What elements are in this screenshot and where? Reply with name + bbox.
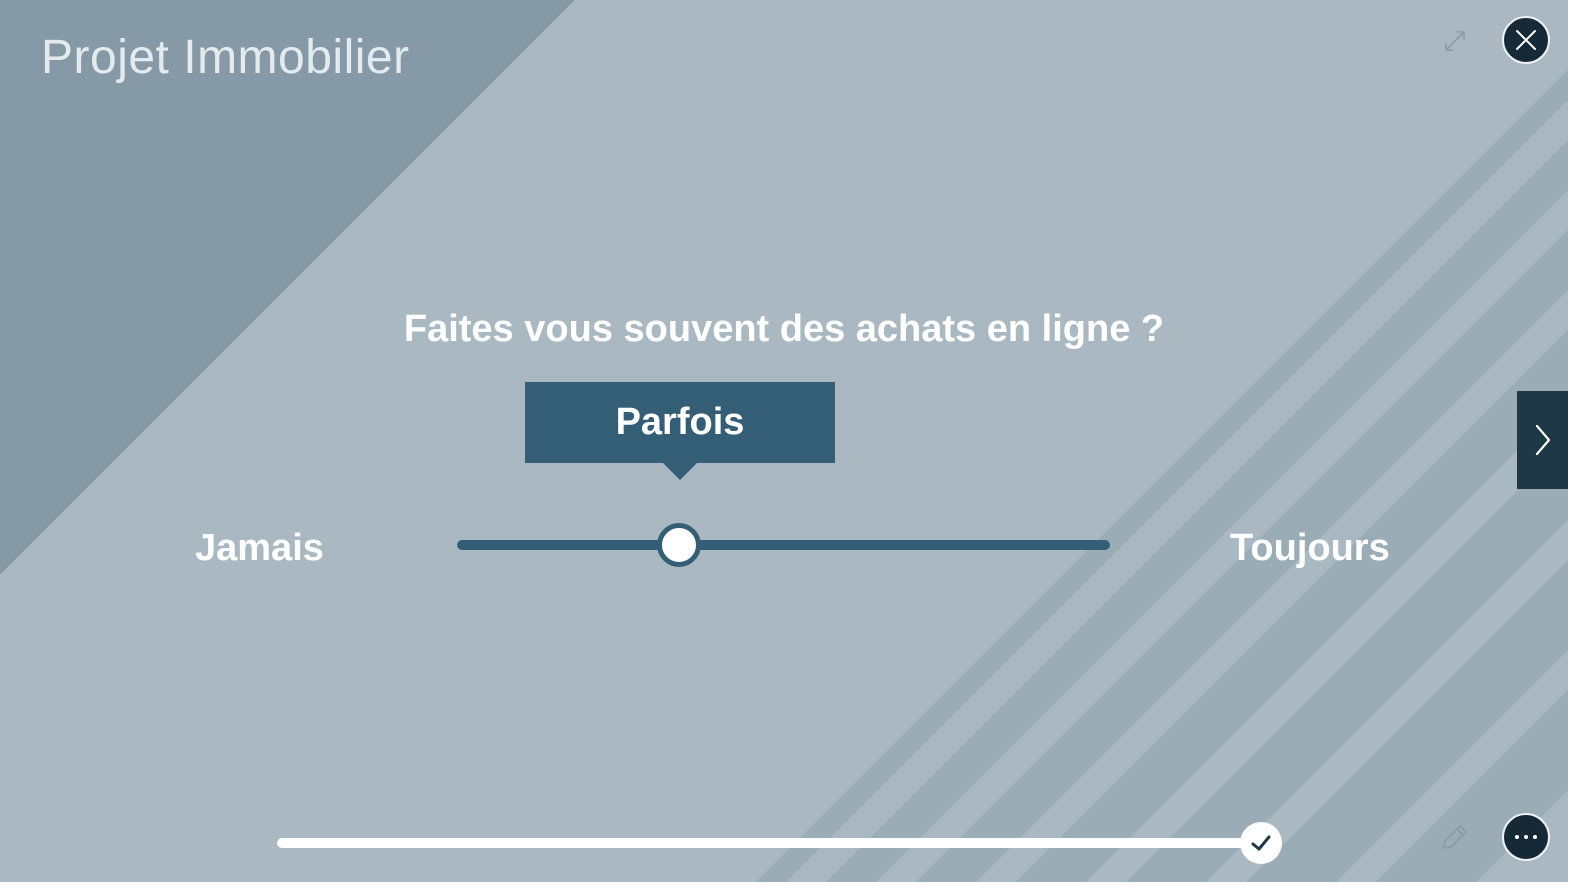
window-edge-right (1568, 0, 1589, 894)
slider-thumb[interactable] (657, 523, 702, 567)
close-icon (1516, 30, 1536, 50)
question-text: Faites vous souvent des achats en ligne … (403, 308, 1165, 350)
progress-bar (277, 822, 1282, 864)
more-icon (1515, 835, 1537, 839)
tooltip-pointer (663, 463, 697, 480)
app-title: Projet Immobilier (41, 31, 410, 84)
diagonal-stripes (746, 70, 1568, 892)
next-button[interactable] (1517, 391, 1569, 489)
progress-indicator (1239, 822, 1282, 864)
expand-button[interactable] (1440, 26, 1470, 56)
window-edge-bottom (0, 882, 1589, 894)
more-options-button[interactable] (1502, 813, 1550, 861)
selected-value-tooltip: Parfois (525, 382, 835, 463)
scale-max-label: Toujours (1230, 527, 1390, 569)
check-icon (1251, 835, 1271, 851)
edit-button[interactable] (1440, 822, 1470, 852)
scale-min-label: Jamais (195, 527, 324, 569)
chevron-right-icon (1535, 424, 1551, 456)
pencil-icon (1443, 825, 1467, 849)
progress-track (277, 838, 1261, 848)
survey-screen: Projet Immobilier Faites vous souvent de… (0, 0, 1589, 894)
expand-icon (1445, 31, 1465, 51)
rating-slider[interactable] (457, 521, 1110, 569)
close-button[interactable] (1502, 16, 1550, 64)
slider-track[interactable] (457, 540, 1110, 550)
